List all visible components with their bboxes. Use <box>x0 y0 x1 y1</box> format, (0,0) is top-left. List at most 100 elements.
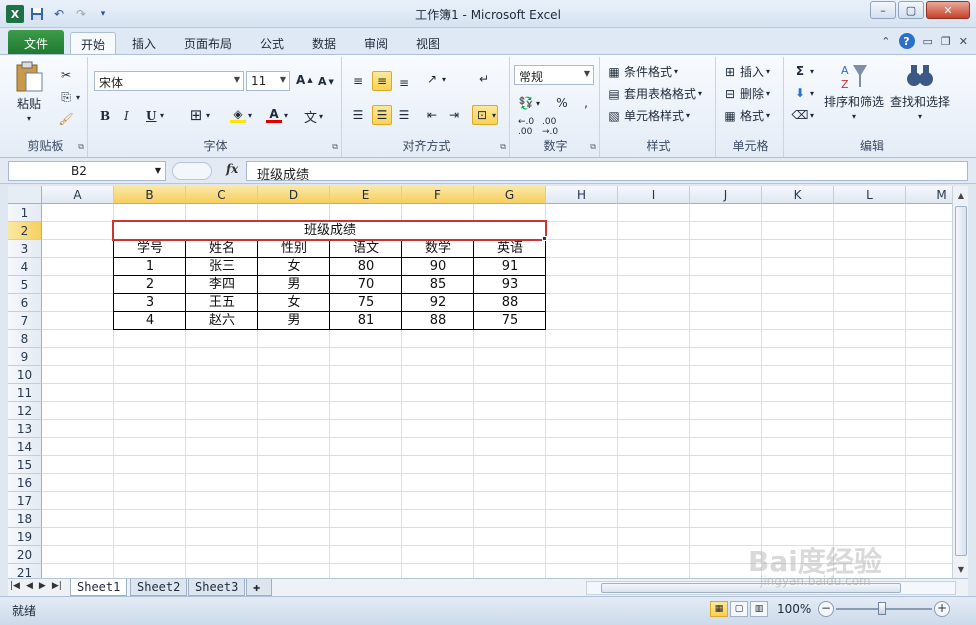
increase-decimal-icon[interactable]: ←.0.00 <box>518 117 534 137</box>
table-cell[interactable]: 男 <box>258 312 330 330</box>
help-icon[interactable]: ? <box>898 33 915 49</box>
row-header-14[interactable]: 14 <box>8 438 42 456</box>
insert-function-icon[interactable]: fx <box>226 162 238 176</box>
next-sheet-icon[interactable]: ▶ <box>39 581 46 591</box>
column-header-h[interactable]: H <box>546 186 618 204</box>
fill-handle[interactable] <box>542 236 547 241</box>
table-header-cell[interactable]: 姓名 <box>186 240 258 258</box>
scroll-up-icon[interactable]: ▲ <box>954 188 968 202</box>
select-all-corner[interactable] <box>8 186 42 204</box>
align-center-icon[interactable]: ☰ <box>372 105 392 125</box>
align-right-icon[interactable]: ☰ <box>396 107 412 123</box>
zoom-slider-thumb[interactable] <box>878 602 886 615</box>
tab-review[interactable]: 审阅 <box>354 32 398 54</box>
tab-file[interactable]: 文件 <box>8 30 64 54</box>
column-header-l[interactable]: L <box>834 186 906 204</box>
wrap-text-icon[interactable]: ↵ <box>476 71 492 87</box>
sheet-tab-sheet3[interactable]: Sheet3 <box>188 579 246 596</box>
align-top-icon[interactable]: ≡ <box>350 73 366 89</box>
column-header-d[interactable]: D <box>258 186 330 204</box>
fill-icon[interactable]: ⬇ ▾ <box>792 85 814 101</box>
cut-icon[interactable]: ✂ <box>58 67 74 83</box>
row-header-18[interactable]: 18 <box>8 510 42 528</box>
table-cell[interactable]: 80 <box>330 258 402 276</box>
insert-cells-button[interactable]: ⊞ 插入 ▾ <box>722 63 770 80</box>
row-header-4[interactable]: 4 <box>8 258 42 276</box>
copy-icon[interactable]: ⎘ ▾ <box>58 89 80 105</box>
doc-close-icon[interactable]: ✕ <box>959 35 968 48</box>
tab-insert[interactable]: 插入 <box>122 32 166 54</box>
table-cell[interactable]: 75 <box>474 312 546 330</box>
shrink-font-icon[interactable]: A ▼ <box>318 75 334 88</box>
minimize-button[interactable]: – <box>870 1 896 19</box>
number-format-select[interactable]: 常规 ▼ <box>514 65 594 85</box>
table-cell[interactable]: 70 <box>330 276 402 294</box>
row-header-2[interactable]: 2 <box>8 222 42 240</box>
prev-sheet-icon[interactable]: ◀ <box>26 581 33 591</box>
phonetic-icon[interactable]: 文 ▾ <box>304 107 323 126</box>
format-as-table-button[interactable]: ▤ 套用表格格式 ▾ <box>606 85 702 102</box>
find-select-button[interactable]: 查找和选择 ▾ <box>890 61 950 121</box>
table-header-cell[interactable]: 数学 <box>402 240 474 258</box>
merged-title-cell[interactable]: 班级成绩 <box>114 222 546 240</box>
row-header-17[interactable]: 17 <box>8 492 42 510</box>
table-header-cell[interactable]: 语文 <box>330 240 402 258</box>
table-header-cell[interactable]: 英语 <box>474 240 546 258</box>
table-cell[interactable]: 85 <box>402 276 474 294</box>
table-cell[interactable]: 2 <box>114 276 186 294</box>
decrease-indent-icon[interactable]: ⇤ <box>424 107 440 123</box>
maximize-button[interactable]: ▢ <box>898 1 924 19</box>
merge-center-icon[interactable]: ⊡ ▾ <box>472 105 499 125</box>
row-header-11[interactable]: 11 <box>8 384 42 402</box>
formula-input[interactable]: 班级成绩 <box>246 161 968 183</box>
table-cell[interactable]: 1 <box>114 258 186 276</box>
font-size-select[interactable]: 11 ▼ <box>246 71 290 91</box>
number-launcher-icon[interactable]: ⧉ <box>590 142 596 152</box>
align-middle-icon[interactable]: ≡ <box>372 71 392 91</box>
column-header-f[interactable]: F <box>402 186 474 204</box>
italic-button[interactable]: I <box>124 109 129 123</box>
row-header-13[interactable]: 13 <box>8 420 42 438</box>
delete-cells-button[interactable]: ⊟ 删除 ▾ <box>722 85 770 102</box>
table-cell[interactable]: 75 <box>330 294 402 312</box>
bold-button[interactable]: B <box>100 109 110 123</box>
horizontal-scroll-thumb[interactable] <box>601 583 901 593</box>
increase-indent-icon[interactable]: ⇥ <box>446 107 462 123</box>
table-cell[interactable]: 3 <box>114 294 186 312</box>
tab-view[interactable]: 视图 <box>406 32 450 54</box>
orientation-icon[interactable]: ↗ ▾ <box>424 71 446 87</box>
paste-button[interactable]: 粘贴 ▾ <box>14 61 44 123</box>
table-header-cell[interactable]: 学号 <box>114 240 186 258</box>
underline-button[interactable]: U <box>146 109 156 123</box>
cell-styles-button[interactable]: ▧ 单元格样式 ▾ <box>606 107 690 124</box>
conditional-formatting-button[interactable]: ▦ 条件格式 ▾ <box>606 63 678 80</box>
row-header-9[interactable]: 9 <box>8 348 42 366</box>
table-cell[interactable]: 李四 <box>186 276 258 294</box>
table-cell[interactable]: 81 <box>330 312 402 330</box>
fill-color-icon[interactable]: ◈ ▾ <box>230 107 252 123</box>
table-cell[interactable]: 93 <box>474 276 546 294</box>
row-header-1[interactable]: 1 <box>8 204 42 222</box>
vertical-scroll-thumb[interactable] <box>955 206 967 556</box>
table-cell[interactable]: 90 <box>402 258 474 276</box>
table-cell[interactable]: 男 <box>258 276 330 294</box>
column-header-j[interactable]: J <box>690 186 762 204</box>
clipboard-launcher-icon[interactable]: ⧉ <box>78 142 84 152</box>
tab-formulas[interactable]: 公式 <box>250 32 294 54</box>
font-name-select[interactable]: 宋体 ▼ <box>94 71 244 91</box>
row-header-5[interactable]: 5 <box>8 276 42 294</box>
percent-icon[interactable]: % <box>554 95 570 111</box>
column-header-e[interactable]: E <box>330 186 402 204</box>
row-header-16[interactable]: 16 <box>8 474 42 492</box>
tab-home[interactable]: 开始 <box>70 32 117 54</box>
tab-data[interactable]: 数据 <box>302 32 346 54</box>
row-header-19[interactable]: 19 <box>8 528 42 546</box>
table-cell[interactable]: 88 <box>474 294 546 312</box>
page-break-view-icon[interactable]: ▥ <box>750 601 768 617</box>
clear-icon[interactable]: ⌫ ▾ <box>792 107 815 123</box>
table-cell[interactable]: 赵六 <box>186 312 258 330</box>
font-launcher-icon[interactable]: ⧉ <box>332 142 338 152</box>
autosum-icon[interactable]: Σ ▾ <box>792 63 814 79</box>
underline-dropdown-icon[interactable]: ▾ <box>160 111 164 120</box>
worksheet-grid[interactable]: A B C D E F G H I J K L M 1 2 3 4 5 6 7 8 9 10 11 12 13 14 15 16 17 18… <box>8 186 952 578</box>
